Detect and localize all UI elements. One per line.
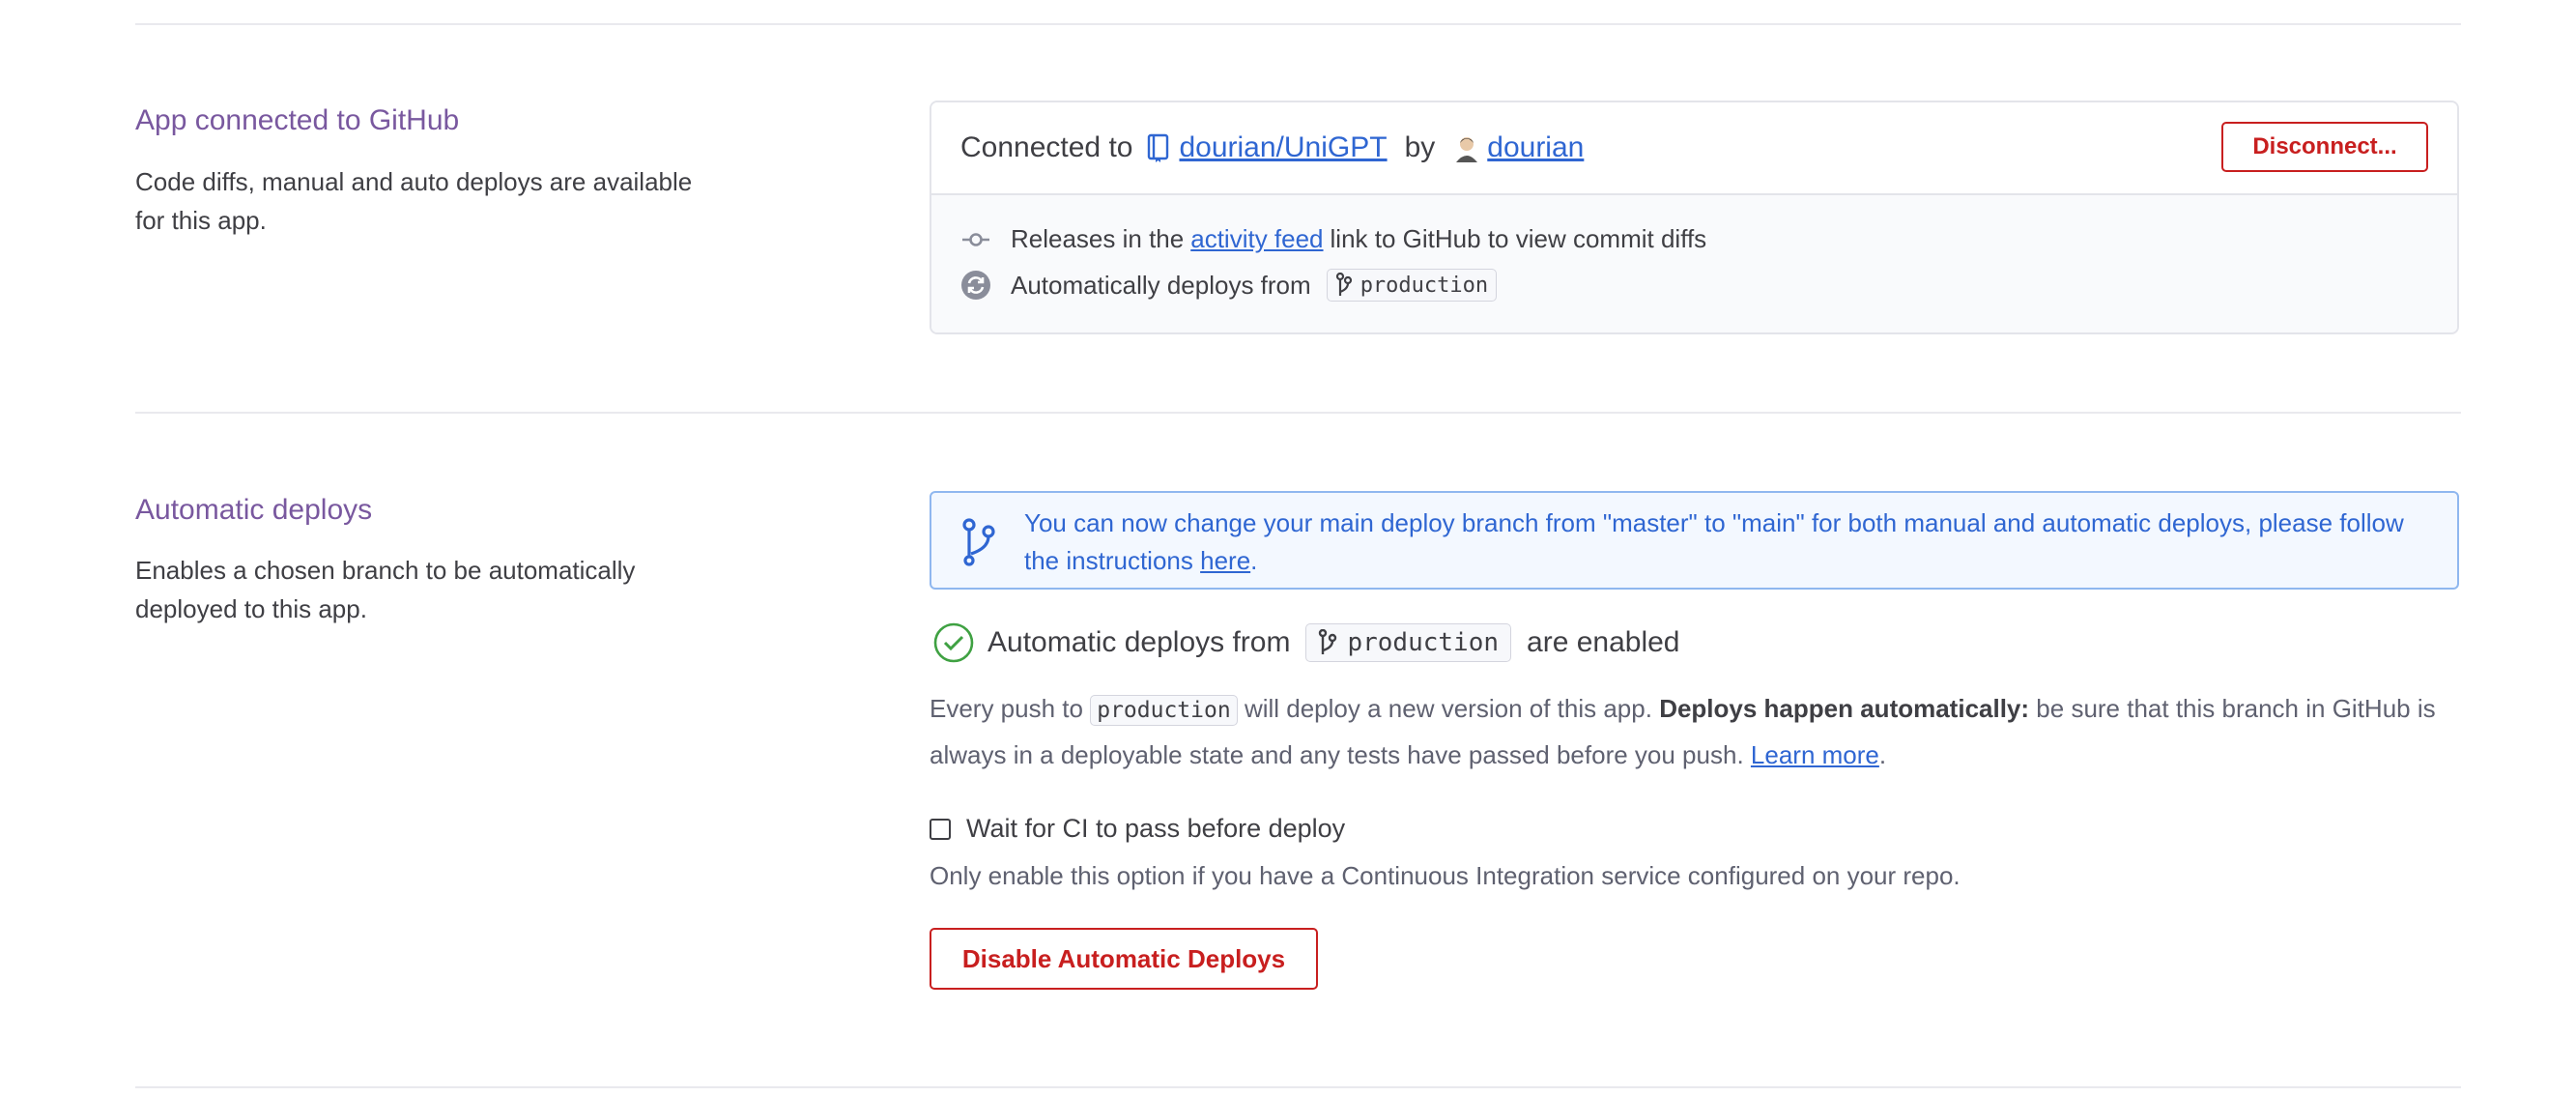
repo-link[interactable]: dourian/UniGPT: [1179, 131, 1387, 164]
activity-feed-link[interactable]: activity feed: [1190, 224, 1323, 254]
connection-header: Connected to dourian/UniGPT by dourian D…: [931, 102, 2457, 195]
bottom-divider: [135, 1086, 2461, 1088]
push-bold: Deploys happen automatically:: [1659, 694, 2030, 723]
avatar: [1452, 133, 1481, 162]
learn-more-link[interactable]: Learn more: [1751, 740, 1879, 769]
releases-row: Releases in the activity feed link to Gi…: [960, 224, 1706, 254]
user-link[interactable]: dourian: [1487, 131, 1584, 164]
disconnect-button[interactable]: Disconnect...: [2221, 122, 2428, 172]
push-explanation: Every push to production will deploy a n…: [930, 686, 2437, 777]
auto-deploys-title: Automatic deploys: [135, 494, 373, 526]
auto-deploys-prefix: Automatically deploys from: [1011, 270, 1311, 300]
branch-icon: [1335, 273, 1353, 298]
ci-checkbox[interactable]: [930, 818, 951, 840]
push-branch: production: [1090, 695, 1238, 726]
check-circle-icon: [933, 622, 974, 663]
branch-name: production: [1347, 628, 1500, 657]
commit-icon: [960, 230, 991, 249]
branch-chip: production: [1305, 623, 1512, 662]
releases-prefix: Releases in the: [1011, 224, 1185, 253]
connected-to-label: Connected to: [960, 131, 1133, 163]
push-prefix: Every push to: [930, 694, 1083, 723]
enabled-suffix: are enabled: [1527, 626, 1680, 658]
section-divider: [135, 412, 2461, 414]
learn-more-end: .: [1878, 740, 1887, 769]
github-section-description: Code diffs, manual and auto deploys are …: [135, 167, 693, 235]
instructions-link[interactable]: here: [1200, 546, 1250, 575]
auto-deploy-status: Automatic deploys from production are en…: [933, 622, 1679, 663]
auto-deploys-description: Enables a chosen branch to be automatica…: [135, 556, 636, 623]
by-label: by: [1404, 131, 1436, 163]
ci-checkbox-label[interactable]: Wait for CI to pass before deploy: [966, 814, 1345, 844]
ci-hint: Only enable this option if you have a Co…: [930, 861, 1961, 890]
github-section-title: App connected to GitHub: [135, 104, 460, 136]
repo-icon: [1146, 133, 1171, 162]
banner-message: You can now change your main deploy bran…: [1024, 505, 2435, 580]
branch-chip: production: [1326, 269, 1498, 302]
info-banner: You can now change your main deploy bran…: [930, 491, 2459, 590]
auto-deploy-row: Automatically deploys from production: [960, 269, 1498, 302]
branch-icon: [960, 518, 997, 566]
branch-icon: [1318, 629, 1337, 656]
top-divider: [135, 23, 2461, 25]
ci-option: Wait for CI to pass before deploy: [930, 814, 1345, 844]
push-middle: will deploy a new version of this app.: [1244, 694, 1652, 723]
github-connection-card: Connected to dourian/UniGPT by dourian D…: [930, 101, 2459, 334]
banner-end: .: [1250, 546, 1258, 575]
sync-icon: [960, 270, 991, 301]
releases-suffix: link to GitHub to view commit diffs: [1330, 224, 1707, 253]
branch-name: production: [1360, 273, 1489, 298]
connection-details: Releases in the activity feed link to Gi…: [931, 195, 2457, 332]
enabled-prefix: Automatic deploys from: [987, 626, 1291, 658]
disable-auto-deploys-button[interactable]: Disable Automatic Deploys: [930, 928, 1318, 990]
